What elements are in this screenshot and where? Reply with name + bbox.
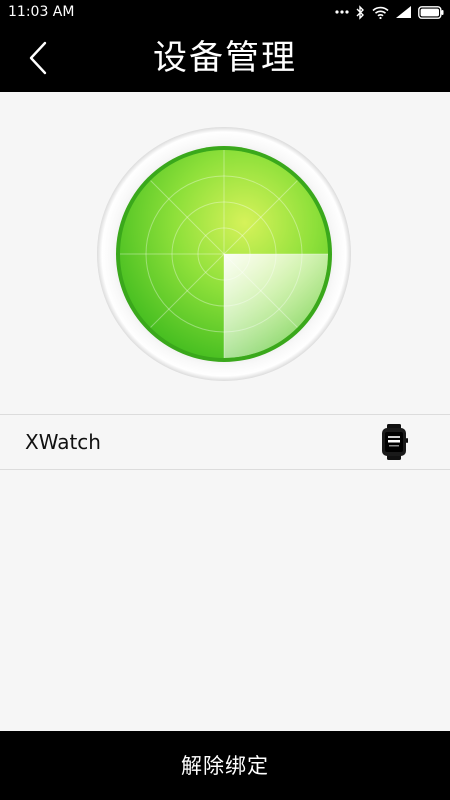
- more-dots-icon: [335, 9, 349, 15]
- radar-scan-icon: [96, 126, 352, 382]
- status-time: 11:03 AM: [8, 4, 75, 20]
- nav-bar: 设备管理: [0, 24, 450, 92]
- status-icons: [335, 3, 444, 21]
- device-name: XWatch: [25, 430, 101, 454]
- unbind-button[interactable]: 解除绑定: [0, 731, 450, 800]
- signal-icon: [396, 6, 411, 18]
- device-list-item[interactable]: XWatch: [0, 414, 450, 470]
- chevron-left-icon: [29, 41, 47, 75]
- battery-icon: [418, 5, 444, 19]
- bluetooth-icon: [356, 4, 365, 20]
- status-bar: 11:03 AM: [0, 0, 450, 24]
- back-button[interactable]: [18, 36, 58, 80]
- smartwatch-icon: [380, 424, 408, 460]
- page-title: 设备管理: [153, 38, 297, 78]
- wifi-icon: [372, 6, 389, 19]
- device-management-screen: 11:03 AM 设备管理 XWatch 解除绑定: [0, 0, 450, 800]
